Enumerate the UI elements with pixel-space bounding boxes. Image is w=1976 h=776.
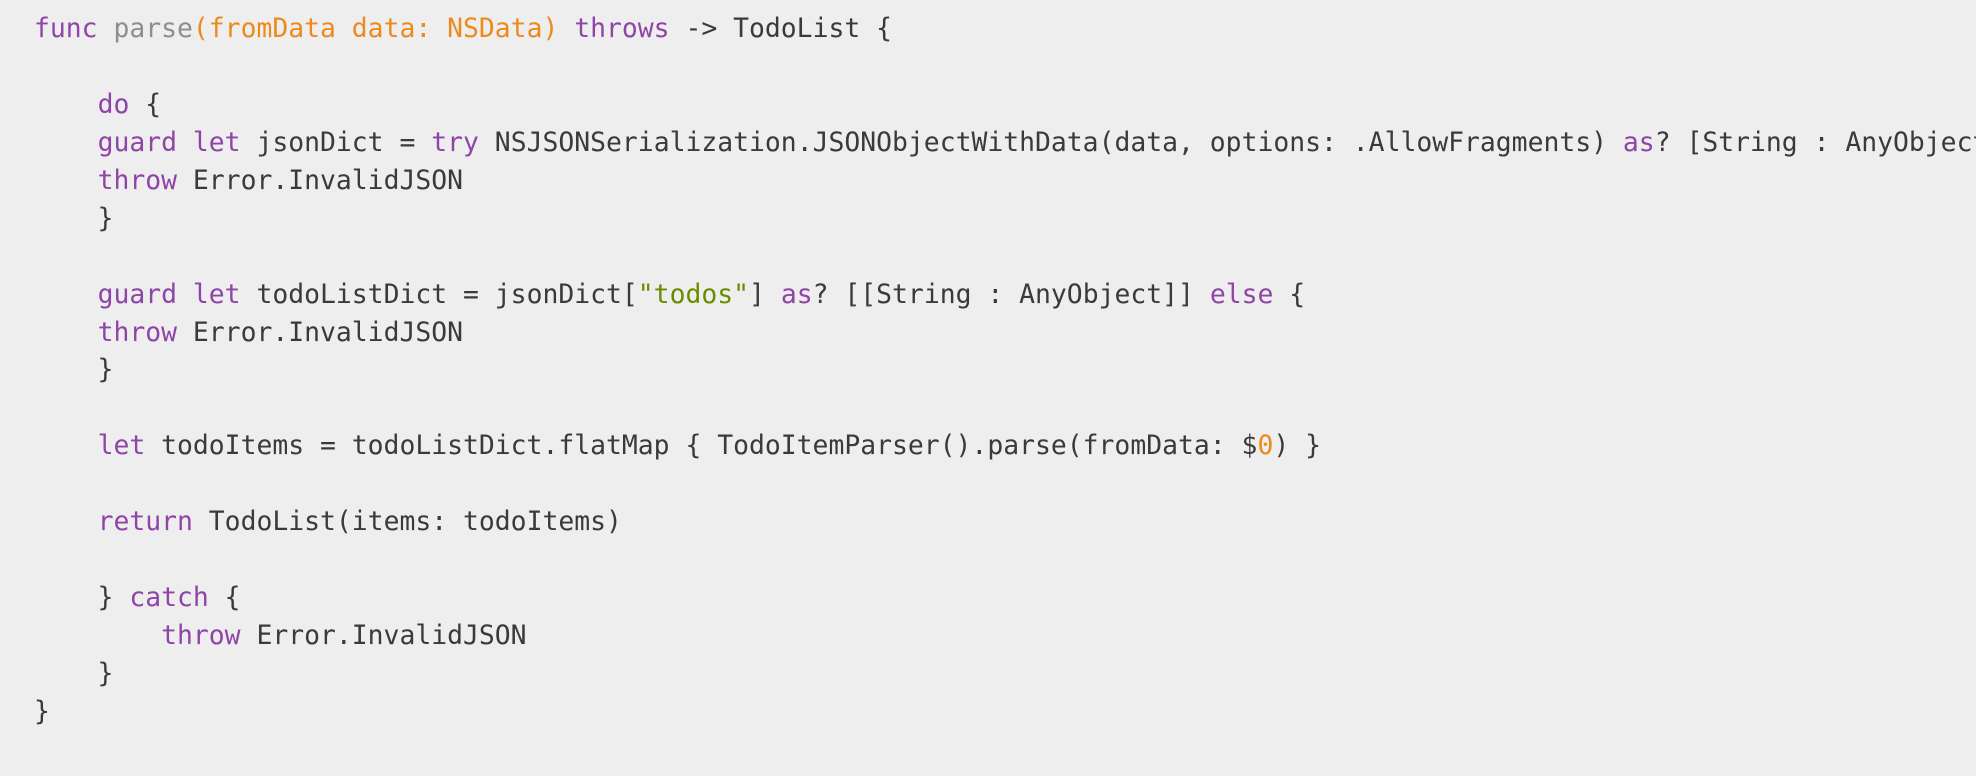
keyword-token: as [780, 278, 813, 310]
function-name-token: parse [113, 13, 193, 44]
code-token: ? [String : AnyObject] [1654, 126, 1976, 158]
keyword-token: let [192, 126, 241, 158]
code-token: Error.InvalidJSON [177, 316, 464, 348]
code-token: ] [749, 278, 781, 310]
code-token: jsonDict = [240, 126, 432, 158]
code-token: Error.InvalidJSON [177, 164, 464, 196]
keyword-token: else [1209, 278, 1274, 310]
code-token: } [34, 202, 114, 234]
code-line: guard let todoListDict = jsonDict["todos… [34, 276, 1976, 314]
keyword-token: func [34, 13, 98, 44]
keyword-token: throws [574, 13, 670, 44]
code-token: } [34, 582, 130, 614]
code-block: func parse(fromData data: NSData) throws… [34, 10, 1976, 731]
code-line: guard let jsonDict = try NSJSONSerializa… [34, 124, 1976, 162]
code-line: } [34, 693, 1976, 731]
keyword-token: throw [161, 620, 241, 651]
code-line: func parse(fromData data: NSData) throws… [34, 10, 1976, 48]
number-literal-token: 0 [1257, 430, 1274, 462]
keyword-token: as [1622, 126, 1655, 158]
parameter-token: (fromData data: NSData) [192, 13, 559, 44]
code-token: TodoList(items: todoItems) [192, 506, 622, 538]
code-token: Error.InvalidJSON [240, 620, 527, 651]
code-line: let todoItems = todoListDict.flatMap { T… [34, 427, 1976, 465]
code-token: { [208, 582, 241, 614]
string-literal-token: "todos" [637, 278, 750, 310]
keyword-token: try [431, 126, 479, 158]
code-token: -> TodoList { [669, 13, 893, 44]
code-token: NSJSONSerialization.JSONObjectWithData(d… [478, 126, 1623, 158]
keyword-token: let [192, 278, 241, 310]
code-token: todoItems = todoListDict.flatMap { TodoI… [145, 430, 1258, 462]
keyword-token: throw [97, 316, 178, 348]
code-line: do { [34, 86, 1976, 124]
keyword-token: throw [97, 164, 178, 196]
code-line: return TodoList(items: todoItems) [34, 503, 1976, 541]
keyword-token: return [97, 506, 193, 538]
code-line: } [34, 351, 1976, 389]
keyword-token: do [97, 88, 130, 120]
code-token: } [34, 657, 114, 689]
code-line: throw Error.InvalidJSON [34, 617, 1976, 655]
code-token: ) } [1273, 430, 1321, 462]
code-token: { [1273, 278, 1306, 310]
code-token: ? [[String : AnyObject]] [812, 278, 1210, 310]
code-line: throw Error.InvalidJSON [34, 162, 1976, 200]
code-token: todoListDict = jsonDict[ [240, 278, 638, 310]
keyword-token: guard [97, 278, 178, 310]
code-token: { [129, 88, 162, 120]
code-line: } [34, 655, 1976, 693]
keyword-token: guard [97, 126, 178, 158]
keyword-token: let [97, 430, 146, 462]
code-line: } catch { [34, 579, 1976, 617]
code-line: throw Error.InvalidJSON [34, 314, 1976, 352]
code-token: } [34, 695, 50, 727]
code-token: } [34, 354, 114, 386]
code-line: } [34, 200, 1976, 238]
keyword-token: catch [129, 582, 209, 614]
